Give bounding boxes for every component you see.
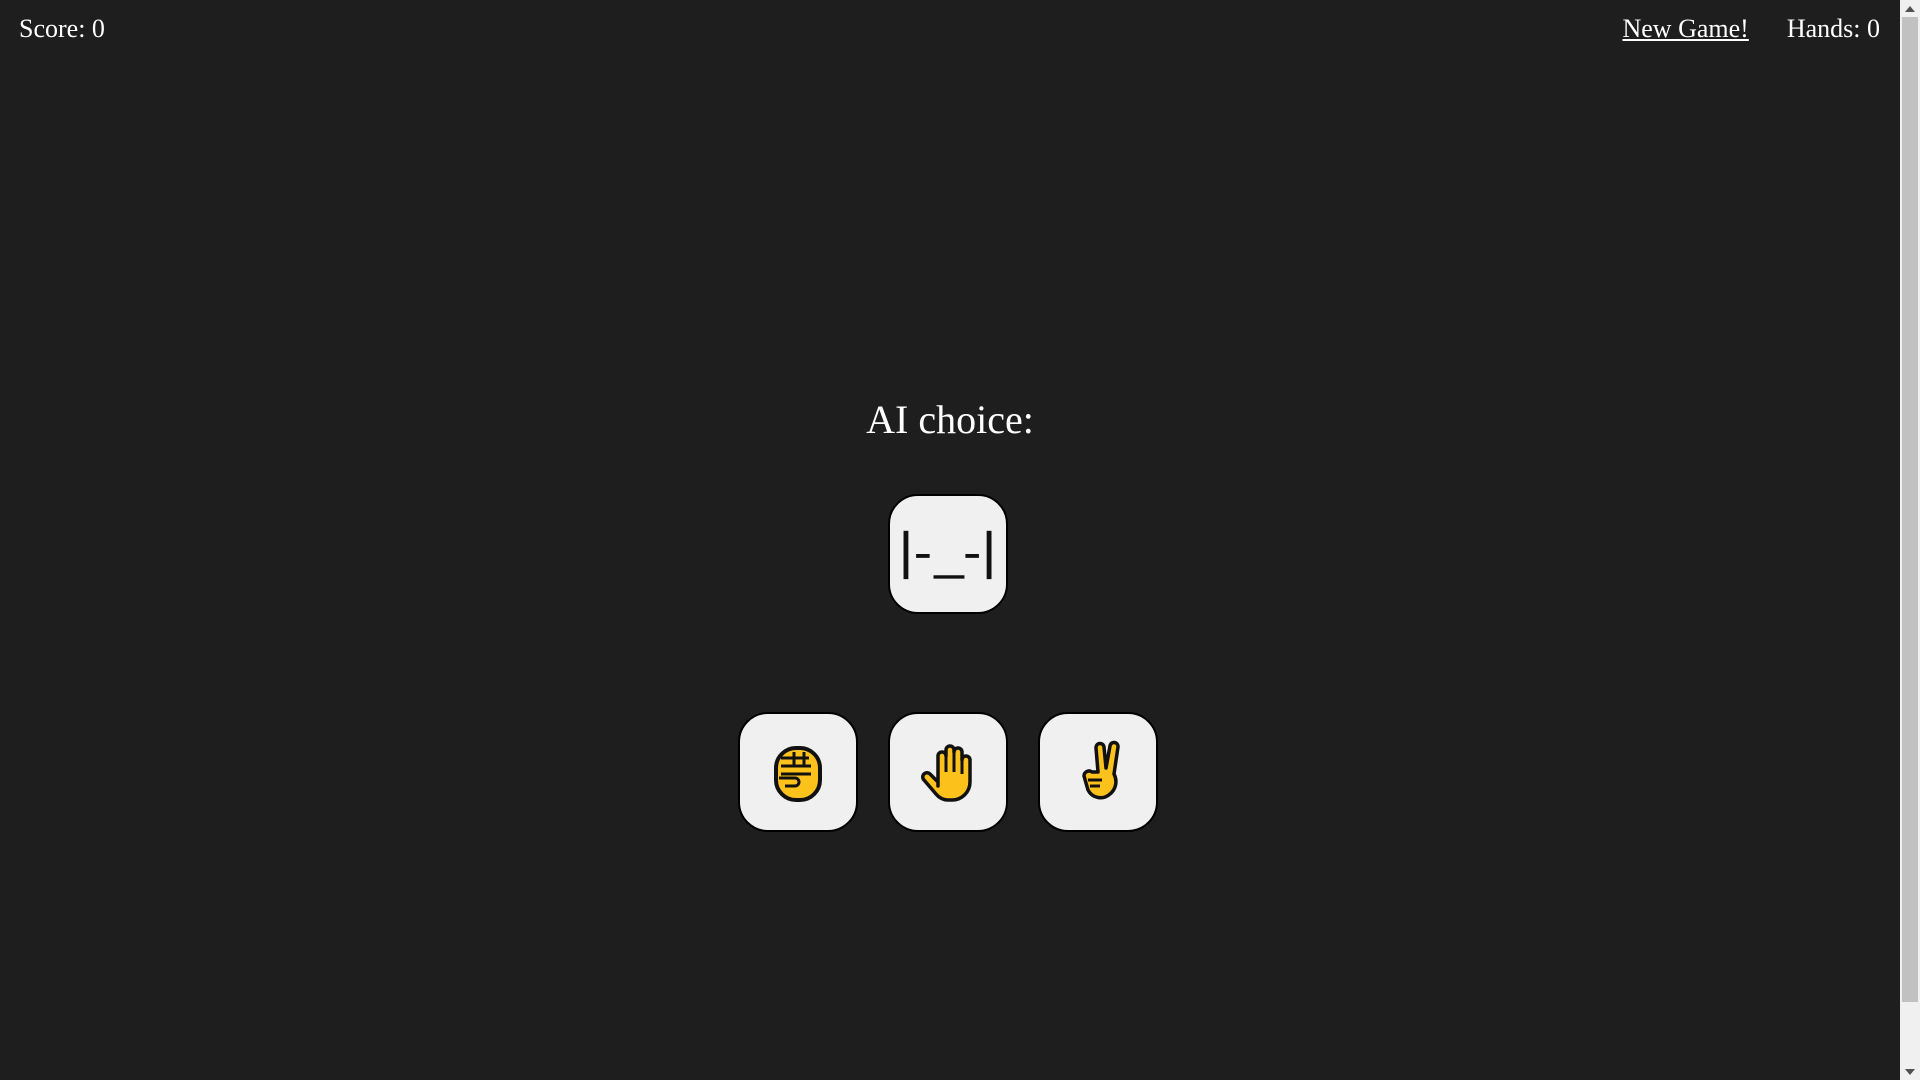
hands-counter: Hands: 0 — [1786, 14, 1880, 43]
score-display: Score: 0 — [19, 14, 105, 43]
victory-hand-icon — [1082, 740, 1120, 800]
top-right-controls: New Game! Hands: 0 — [1622, 14, 1880, 44]
raised-hand-icon — [921, 744, 972, 802]
paper-button[interactable] — [888, 712, 1008, 832]
scissors-button[interactable] — [1038, 712, 1158, 832]
ai-choice-tile — [888, 494, 1008, 614]
thinking-face-icon — [903, 530, 992, 580]
ai-choice-label: AI choice: — [866, 397, 1034, 442]
vertical-scrollbar[interactable] — [1900, 0, 1920, 1080]
rock-button[interactable] — [738, 712, 858, 832]
fist-icon — [774, 746, 822, 802]
scrollbar-thumb[interactable] — [1902, 17, 1918, 1002]
game-viewport: Score: 0 New Game! Hands: 0 AI choice: — [0, 0, 1900, 1080]
new-game-link[interactable]: New Game! — [1622, 14, 1748, 44]
scroll-up-arrow-icon[interactable] — [1900, 0, 1920, 17]
scroll-down-arrow-icon[interactable] — [1900, 1063, 1920, 1080]
